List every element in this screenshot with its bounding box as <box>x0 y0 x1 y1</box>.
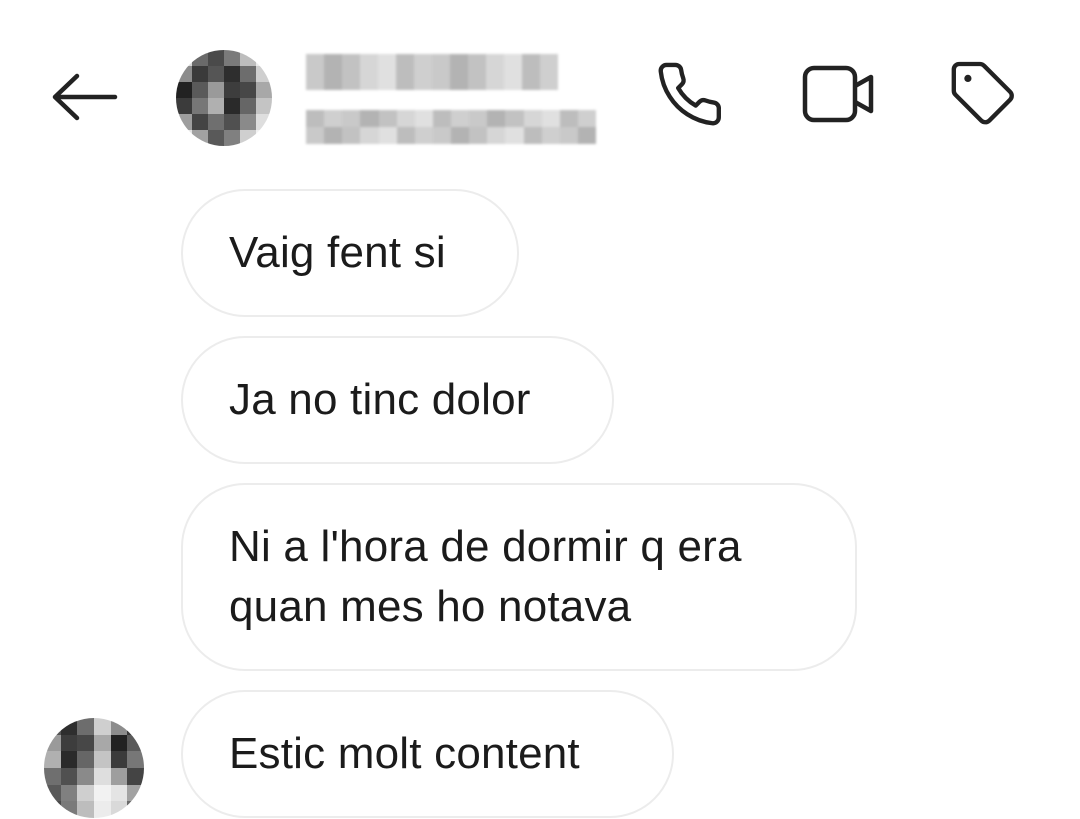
message-text: Vaig fent si <box>229 228 446 277</box>
message-bubble[interactable]: Ja no tinc dolor <box>181 336 614 464</box>
message-text: Estic molt content <box>229 729 580 778</box>
message-bubble[interactable]: Ni a l'hora de dormir q era quan mes ho … <box>181 483 857 671</box>
message-thread: Vaig fent si Ja no tinc dolor Ni a l'hor… <box>0 0 1080 819</box>
message-bubble[interactable]: Vaig fent si <box>181 189 519 317</box>
message-bubble[interactable]: Estic molt content <box>181 690 674 818</box>
message-text: Ja no tinc dolor <box>229 375 531 424</box>
sender-avatar[interactable] <box>44 718 144 818</box>
message-text: Ni a l'hora de dormir q era quan mes ho … <box>229 522 742 631</box>
